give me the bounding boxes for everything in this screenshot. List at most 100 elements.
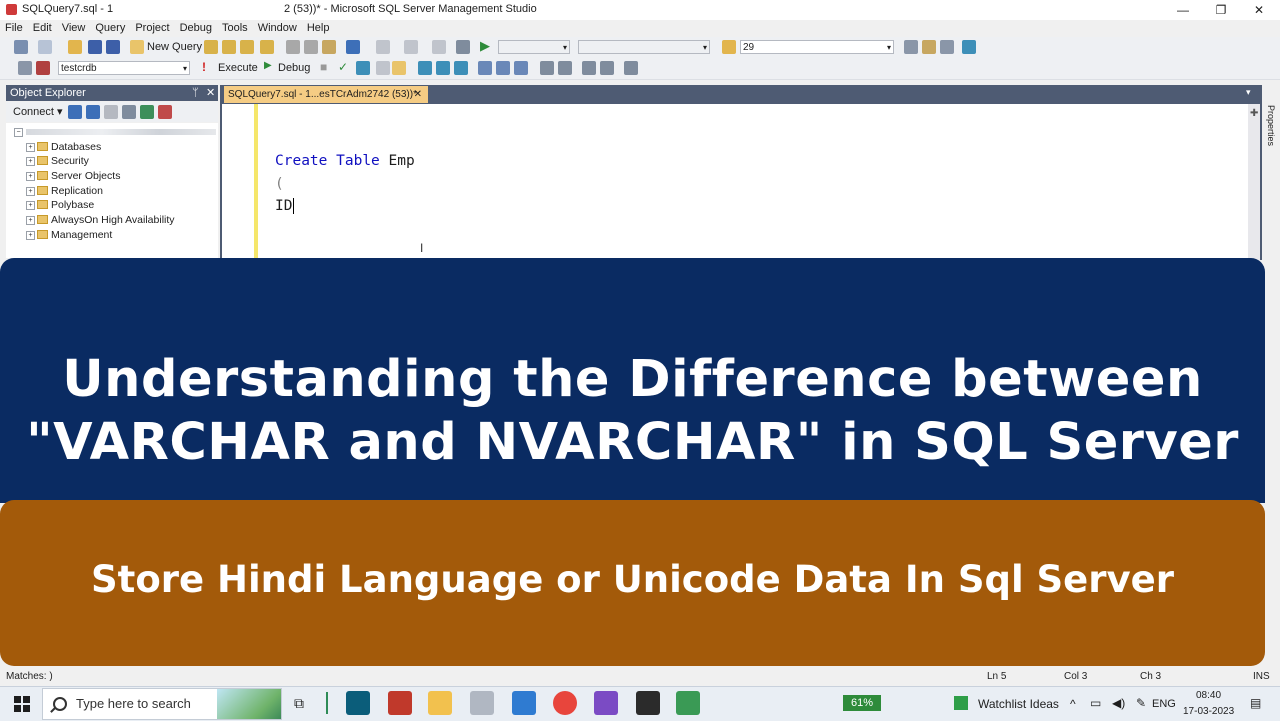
- platform-combo[interactable]: ▾: [578, 40, 710, 54]
- start-icon[interactable]: ▶: [480, 38, 490, 54]
- toolbox-icon[interactable]: [922, 40, 936, 54]
- query-file-icon[interactable]: [204, 40, 218, 54]
- pen-icon[interactable]: ✎: [1136, 696, 1146, 710]
- parse-icon[interactable]: ✓: [338, 60, 348, 74]
- live-stats-icon[interactable]: [454, 61, 468, 75]
- connect-dropdown[interactable]: Connect ▾: [13, 105, 63, 118]
- filter-icon[interactable]: [122, 105, 136, 119]
- decrease-indent-icon[interactable]: [582, 61, 596, 75]
- expand-icon[interactable]: +: [26, 231, 35, 240]
- menu-window[interactable]: Window: [253, 20, 302, 35]
- results-grid-icon[interactable]: [514, 61, 528, 75]
- save-all-icon[interactable]: [106, 40, 120, 54]
- database-combo[interactable]: testcrdb ▾: [58, 61, 190, 75]
- connect-server-icon[interactable]: [68, 105, 82, 119]
- watchlist-ideas-label[interactable]: Watchlist Ideas: [978, 697, 1059, 711]
- menu-tools[interactable]: Tools: [217, 20, 253, 35]
- menu-project[interactable]: Project: [130, 20, 174, 35]
- taskbar-app-chrome-icon[interactable]: [553, 691, 577, 715]
- close-button[interactable]: ✕: [1244, 1, 1274, 19]
- undo-icon[interactable]: [346, 40, 360, 54]
- show-hidden-icons-icon[interactable]: ^: [1070, 697, 1076, 711]
- volume-icon[interactable]: ◀): [1112, 696, 1125, 710]
- new-query-button[interactable]: New Query: [147, 41, 202, 53]
- solution-icon[interactable]: [456, 40, 470, 54]
- expand-icon[interactable]: +: [26, 143, 35, 152]
- debug-icon[interactable]: ▶: [264, 60, 272, 71]
- pin-icon[interactable]: ᛘ: [192, 85, 199, 101]
- uncomment-icon[interactable]: [558, 61, 572, 75]
- solution-config-combo[interactable]: ▾: [498, 40, 570, 54]
- menu-help[interactable]: Help: [302, 20, 335, 35]
- navigate-icon[interactable]: [404, 40, 418, 54]
- display-plan-icon[interactable]: [356, 61, 370, 75]
- properties-side-tab[interactable]: Properties: [1262, 85, 1280, 260]
- save-icon[interactable]: [88, 40, 102, 54]
- taskbar-app-excel-icon[interactable]: [676, 691, 700, 715]
- connect-icon[interactable]: [18, 61, 32, 75]
- clock-date[interactable]: 17-03-2023: [1183, 706, 1234, 717]
- comment-icon[interactable]: [540, 61, 554, 75]
- intellisense-icon[interactable]: [418, 61, 432, 75]
- tab-overflow-icon[interactable]: ▾: [1246, 87, 1251, 98]
- taskbar-app-sublime-icon[interactable]: [636, 691, 660, 715]
- redo-icon[interactable]: [376, 40, 390, 54]
- windows-start-icon[interactable]: [14, 696, 30, 712]
- change-connection-icon[interactable]: [36, 61, 50, 75]
- new-project-icon[interactable]: [14, 40, 28, 54]
- clock-time[interactable]: 08:40: [1196, 690, 1221, 701]
- find-combo[interactable]: 29 ▾: [740, 40, 894, 54]
- properties-icon[interactable]: [904, 40, 918, 54]
- watchlist-icon[interactable]: [954, 696, 968, 710]
- open-folder-icon[interactable]: [68, 40, 82, 54]
- taskbar-app-visual-studio-icon[interactable]: [594, 691, 618, 715]
- specify-template-icon[interactable]: [624, 61, 638, 75]
- registered-servers-icon[interactable]: [940, 40, 954, 54]
- actual-plan-icon[interactable]: [436, 61, 450, 75]
- query-file-icon[interactable]: [240, 40, 254, 54]
- execute-icon[interactable]: !: [202, 60, 206, 74]
- taskbar-search-box[interactable]: Type here to search: [42, 688, 282, 720]
- query-file-icon[interactable]: [260, 40, 274, 54]
- menu-debug[interactable]: Debug: [175, 20, 217, 35]
- query-designer-icon[interactable]: [376, 61, 390, 75]
- menu-edit[interactable]: Edit: [28, 20, 57, 35]
- taskbar-app-explorer-icon[interactable]: [428, 691, 452, 715]
- taskbar-app-filezilla-icon[interactable]: [388, 691, 412, 715]
- tab-close-icon[interactable]: ✕: [414, 86, 422, 103]
- query-file-icon[interactable]: [222, 40, 236, 54]
- tab-sqlquery7[interactable]: SQLQuery7.sql - 1...esTCrAdm2742 (53))* …: [224, 86, 428, 103]
- window-layout-icon[interactable]: [962, 40, 976, 54]
- cut-icon[interactable]: [286, 40, 300, 54]
- menu-view[interactable]: View: [57, 20, 91, 35]
- disconnect-icon[interactable]: [86, 105, 100, 119]
- minimize-button[interactable]: —: [1168, 1, 1198, 19]
- execute-button[interactable]: Execute: [218, 62, 258, 74]
- cancel-query-icon[interactable]: ■: [320, 60, 327, 74]
- language-indicator[interactable]: ENG: [1152, 698, 1176, 710]
- network-icon[interactable]: ▭: [1090, 696, 1101, 710]
- debug-button[interactable]: Debug: [278, 62, 310, 74]
- editor-vertical-scrollbar[interactable]: ✚: [1248, 104, 1260, 260]
- new-query-icon[interactable]: [130, 40, 144, 54]
- menu-query[interactable]: Query: [90, 20, 130, 35]
- menu-file[interactable]: File: [0, 20, 28, 35]
- notifications-icon[interactable]: ▤: [1250, 696, 1261, 710]
- split-icon[interactable]: ✚: [1250, 108, 1258, 119]
- maximize-button[interactable]: ❐: [1206, 1, 1236, 19]
- specify-values-icon[interactable]: [392, 61, 406, 75]
- query-editor[interactable]: Create Table Emp ( ID I: [222, 104, 1248, 260]
- refresh-icon[interactable]: [140, 105, 154, 119]
- expand-icon[interactable]: +: [26, 187, 35, 196]
- battery-meter[interactable]: 61%: [843, 695, 881, 711]
- object-explorer-close-button[interactable]: ✕: [206, 85, 215, 101]
- find-in-files-icon[interactable]: [722, 40, 736, 54]
- find-icon[interactable]: [432, 40, 446, 54]
- stop-icon[interactable]: [104, 105, 118, 119]
- copy-icon[interactable]: [304, 40, 318, 54]
- expand-icon[interactable]: +: [26, 157, 35, 166]
- taskbar-app-vscode-icon[interactable]: [512, 691, 536, 715]
- client-stats-icon[interactable]: [478, 61, 492, 75]
- expand-icon[interactable]: +: [26, 172, 35, 181]
- add-item-icon[interactable]: [38, 40, 52, 54]
